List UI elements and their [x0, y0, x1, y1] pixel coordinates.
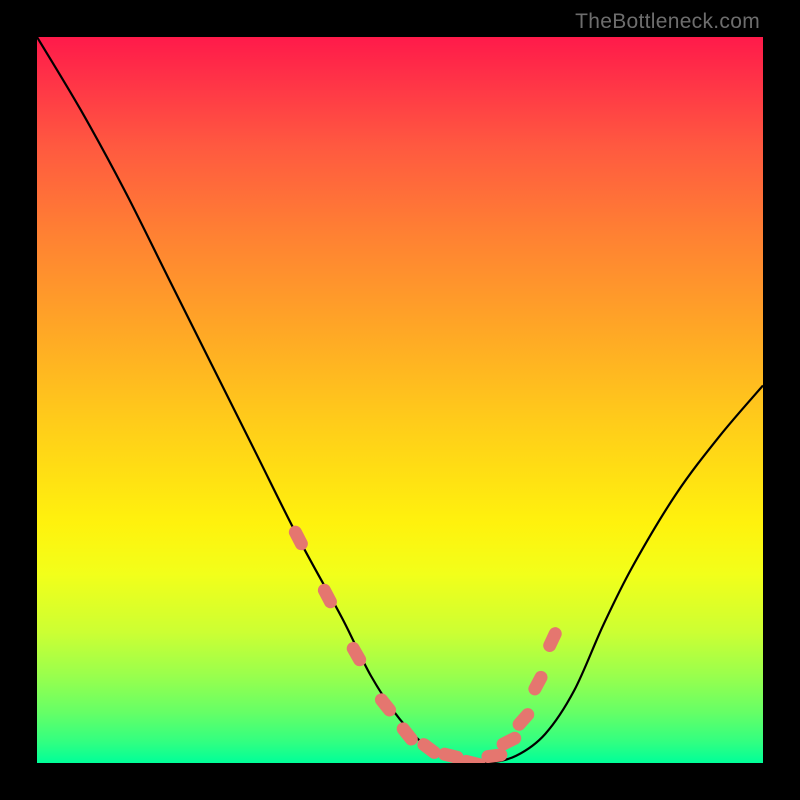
marker-dot: [372, 691, 398, 719]
chart-svg: [37, 37, 763, 763]
marker-dot: [287, 523, 311, 552]
chart-container: TheBottleneck.com: [0, 0, 800, 800]
curve-line: [37, 37, 763, 763]
marker-dot: [510, 705, 537, 733]
marker-dot: [394, 720, 420, 748]
watermark-text: TheBottleneck.com: [575, 10, 760, 34]
marker-dot: [541, 625, 564, 654]
marker-dot: [526, 669, 550, 698]
plot-area: [37, 37, 763, 763]
marker-group: [287, 523, 564, 763]
